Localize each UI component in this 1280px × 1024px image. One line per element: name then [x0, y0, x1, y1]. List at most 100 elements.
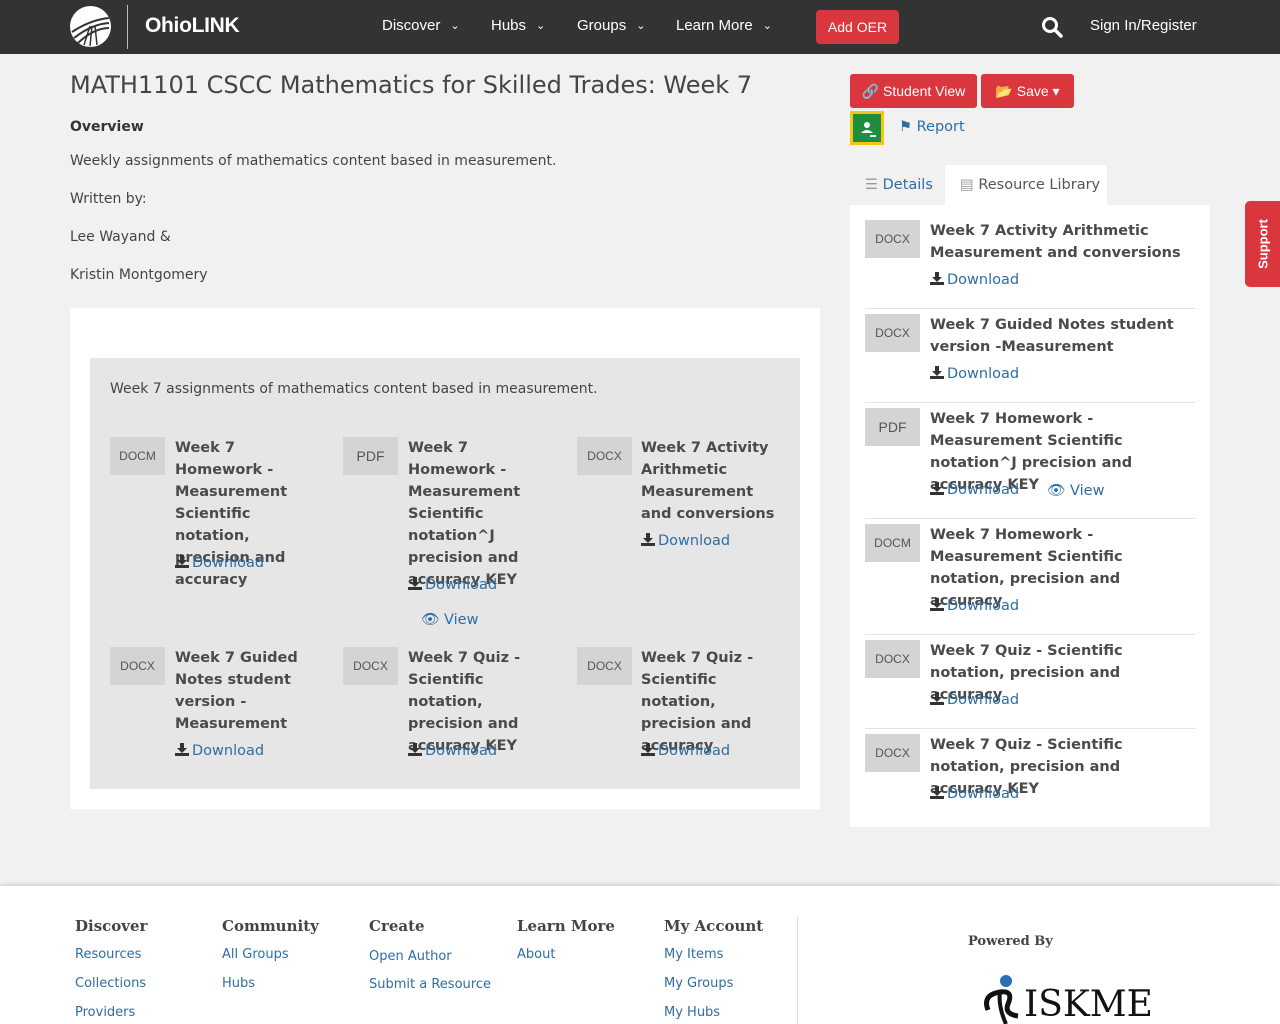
download-link[interactable]: Download: [930, 366, 1019, 382]
brand-name[interactable]: OhioLINK: [145, 14, 240, 38]
download-link[interactable]: Download: [408, 743, 497, 759]
overview-text: Weekly assignments of mathematics conten…: [70, 153, 557, 169]
download-icon: [641, 743, 655, 756]
download-link[interactable]: Download: [930, 482, 1019, 498]
link-icon: 🔗: [861, 83, 880, 99]
report-link[interactable]: ⚑ Report: [899, 119, 965, 135]
flag-icon: ⚑: [899, 119, 912, 135]
resource-title-link[interactable]: Week 7 Quiz - Scientific notation, preci…: [641, 647, 786, 757]
view-link[interactable]: 👁 View: [421, 611, 478, 628]
nav-hubs[interactable]: Hubs ⌄: [491, 17, 545, 34]
add-oer-button[interactable]: Add OER: [816, 10, 899, 44]
author-1: Lee Wayand &: [70, 229, 171, 245]
chevron-down-icon: ⌄: [450, 20, 460, 32]
footer-link-my-items[interactable]: My Items: [664, 947, 723, 962]
file-type-badge: DOCX: [110, 647, 165, 685]
grid-intro-text: Week 7 assignments of mathematics conten…: [110, 381, 598, 397]
overview-heading: Overview: [70, 119, 144, 135]
file-type-badge: DOCX: [577, 437, 632, 475]
footer-heading-create: Create: [369, 917, 425, 935]
footer-link-collections[interactable]: Collections: [75, 976, 146, 991]
chevron-down-icon: ⌄: [536, 20, 546, 32]
download-link[interactable]: Download: [175, 555, 264, 571]
download-link[interactable]: Download: [930, 598, 1019, 614]
resource-title-link[interactable]: Week 7 Homework - Measurement Scientific…: [408, 437, 553, 591]
download-link[interactable]: Download: [930, 692, 1019, 708]
download-icon: [930, 272, 944, 285]
file-type-badge: DOCM: [865, 524, 920, 562]
iskme-logo[interactable]: ISKME: [978, 970, 1153, 1024]
download-link[interactable]: Download: [930, 272, 1019, 288]
svg-text:ISKME: ISKME: [1024, 984, 1150, 1024]
footer-heading-discover: Discover: [75, 917, 148, 935]
footer-link-hubs[interactable]: Hubs: [222, 976, 255, 991]
download-icon: [408, 577, 422, 590]
file-type-badge: DOCX: [865, 220, 920, 258]
written-by-label: Written by:: [70, 191, 147, 207]
download-icon: [930, 482, 944, 495]
view-link[interactable]: 👁 View: [1047, 482, 1104, 499]
footer-heading-learn-more: Learn More: [517, 917, 615, 935]
download-link[interactable]: Download: [408, 577, 497, 593]
resource-title-link[interactable]: Week 7 Quiz - Scientific notation, preci…: [408, 647, 553, 757]
folder-open-icon: 📂: [995, 83, 1013, 99]
nav-discover[interactable]: Discover ⌄: [382, 17, 460, 34]
nav-groups[interactable]: Groups ⌄: [577, 17, 645, 34]
download-icon: [641, 533, 655, 546]
footer-link-providers[interactable]: Providers: [75, 1005, 135, 1020]
file-type-badge: DOCX: [865, 734, 920, 772]
sign-in-register-link[interactable]: Sign In/Register: [1090, 17, 1197, 34]
download-icon: [930, 692, 944, 705]
student-view-button[interactable]: 🔗 Student View: [850, 74, 977, 108]
save-button[interactable]: 📂 Save ▾: [981, 74, 1074, 108]
footer-link-my-hubs[interactable]: My Hubs: [664, 1005, 720, 1020]
tab-details[interactable]: ☰ Details: [850, 165, 945, 205]
chevron-down-icon: ⌄: [762, 20, 772, 32]
list-icon: ☰: [865, 177, 878, 193]
footer-link-submit-resource[interactable]: Submit a Resource: [369, 977, 491, 992]
download-link[interactable]: Download: [641, 743, 730, 759]
tab-resource-library[interactable]: ▤ Resource Library: [945, 165, 1107, 205]
file-type-badge: PDF: [865, 408, 920, 446]
resource-title-link[interactable]: Week 7 Guided Notes student version -Mea…: [930, 314, 1200, 358]
footer-link-resources[interactable]: Resources: [75, 947, 141, 962]
divider: [865, 634, 1195, 635]
google-classroom-icon[interactable]: [850, 111, 884, 145]
footer-heading-my-account: My Account: [664, 917, 764, 935]
chevron-down-icon: ⌄: [636, 20, 646, 32]
nav-learn-more[interactable]: Learn More ⌄: [676, 17, 772, 34]
file-type-badge: DOCX: [577, 647, 632, 685]
download-link[interactable]: Download: [930, 786, 1019, 802]
eye-icon: 👁: [1047, 483, 1066, 499]
footer-heading-community: Community: [222, 917, 319, 935]
file-type-badge: DOCX: [865, 314, 920, 352]
footer-link-all-groups[interactable]: All Groups: [222, 947, 289, 962]
download-icon: [930, 598, 944, 611]
footer-link-my-groups[interactable]: My Groups: [664, 976, 733, 991]
download-icon: [408, 743, 422, 756]
download-link[interactable]: Download: [641, 533, 730, 549]
download-icon: [175, 743, 189, 756]
caret-down-icon: ▾: [1052, 83, 1060, 99]
resource-title-link[interactable]: Week 7 Activity Arithmetic Measurement a…: [641, 437, 786, 525]
support-tab-button[interactable]: Support: [1245, 201, 1280, 287]
divider: [865, 402, 1195, 403]
footer-link-open-author[interactable]: Open Author: [369, 949, 452, 964]
file-type-badge: DOCX: [865, 640, 920, 678]
page-title: MATH1101 CSCC Mathematics for Skilled Tr…: [70, 71, 753, 99]
footer-link-about[interactable]: About: [517, 947, 555, 962]
book-icon: ▤: [960, 177, 974, 193]
author-2: Kristin Montgomery: [70, 267, 208, 283]
footer-divider: [797, 916, 798, 1024]
download-icon: [175, 555, 189, 568]
eye-icon: 👁: [421, 612, 440, 628]
divider: [865, 728, 1195, 729]
resource-title-link[interactable]: Week 7 Activity Arithmetic Measurement a…: [930, 220, 1195, 264]
download-icon: [930, 366, 944, 379]
search-icon[interactable]: [1041, 16, 1063, 38]
resource-title-link[interactable]: Week 7 Guided Notes student version - Me…: [175, 647, 305, 735]
ohiolink-logo-icon[interactable]: [70, 6, 111, 47]
download-link[interactable]: Download: [175, 743, 264, 759]
powered-by-label: Powered By: [968, 934, 1053, 949]
divider: [865, 518, 1195, 519]
